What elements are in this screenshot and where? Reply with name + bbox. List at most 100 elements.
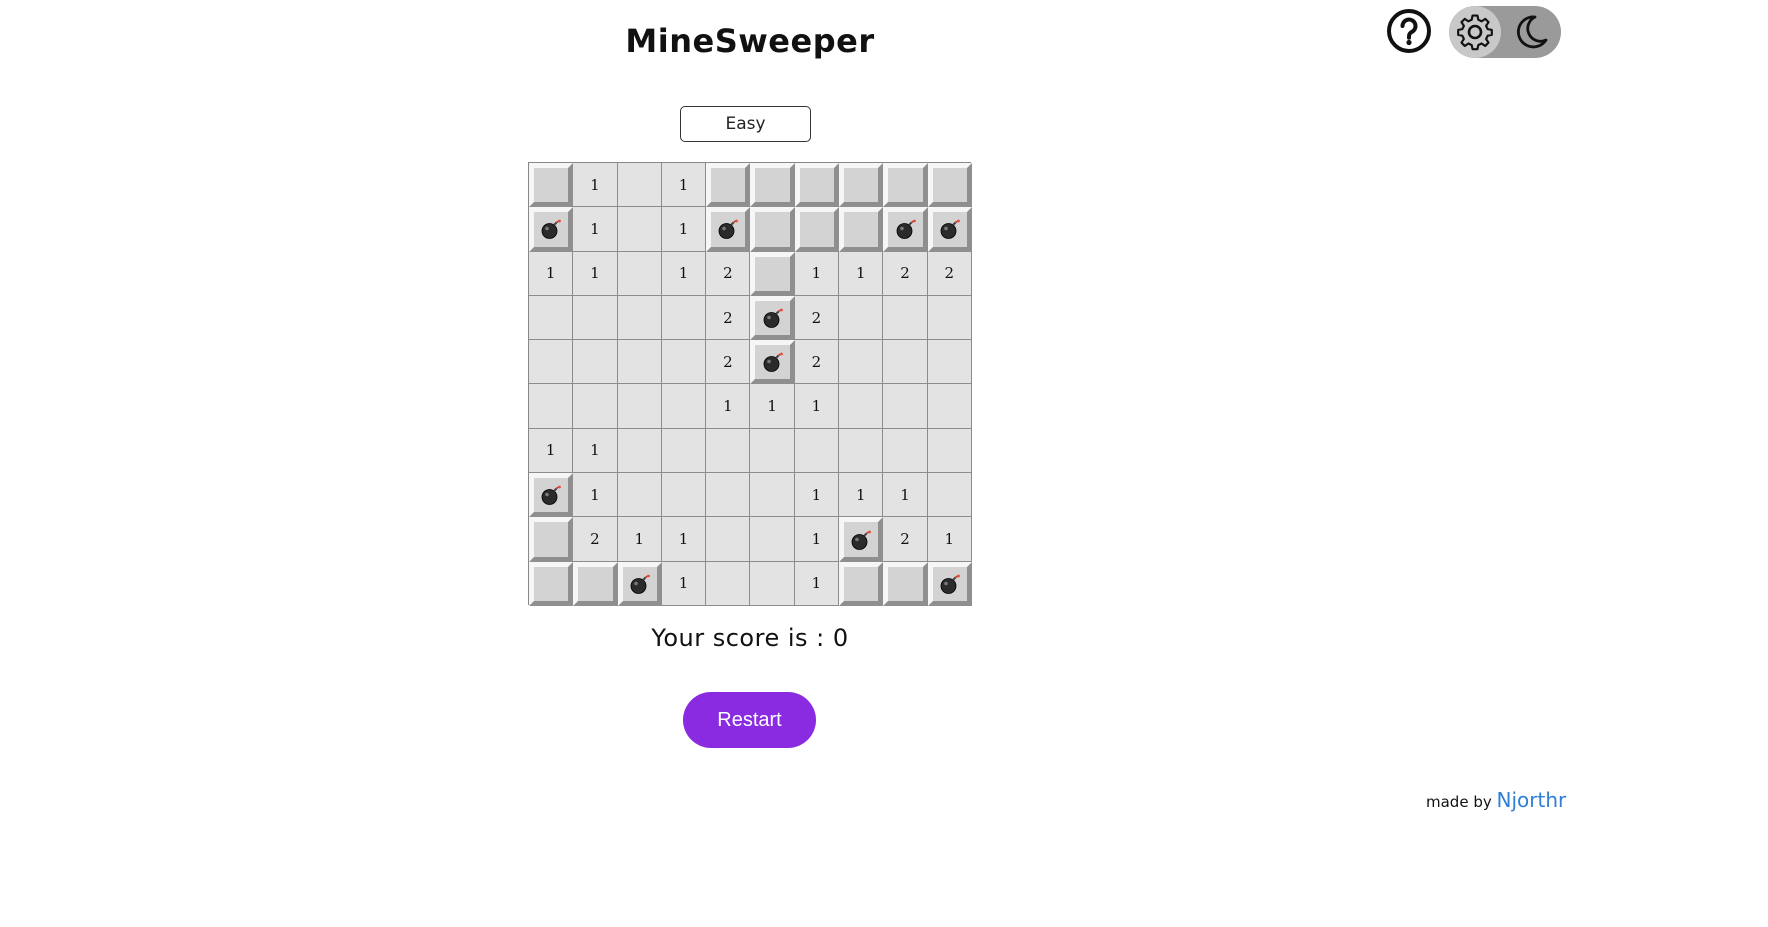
board-cell-revealed[interactable] [529, 295, 574, 341]
board-cell-revealed[interactable]: 1 [529, 428, 574, 474]
board-cell-revealed[interactable] [617, 428, 662, 474]
board-cell-revealed[interactable] [706, 473, 751, 518]
board-cell-revealed[interactable] [661, 384, 707, 429]
board-cell-hidden[interactable] [883, 163, 928, 208]
board-cell-revealed[interactable]: 2 [706, 340, 751, 385]
board-cell-revealed[interactable]: 2 [573, 517, 618, 562]
board-cell-revealed[interactable]: 1 [661, 561, 707, 606]
board-cell-revealed[interactable] [839, 384, 884, 429]
board-cell-revealed[interactable] [617, 295, 662, 341]
board-cell-revealed[interactable]: 2 [794, 340, 840, 385]
board-cell-revealed[interactable] [883, 340, 928, 385]
board-cell-hidden[interactable] [750, 207, 795, 252]
board-cell-revealed[interactable]: 1 [573, 473, 618, 518]
board-cell-revealed[interactable]: 1 [839, 473, 884, 518]
board-cell-revealed[interactable] [750, 517, 795, 562]
board-cell-revealed[interactable] [661, 340, 707, 385]
board-cell-revealed[interactable]: 1 [883, 473, 928, 518]
board-cell-revealed[interactable] [573, 295, 618, 341]
board-cell-revealed[interactable] [529, 384, 574, 429]
board-cell-revealed[interactable]: 1 [661, 163, 707, 208]
board-cell-revealed[interactable] [617, 163, 662, 208]
board-cell-revealed[interactable]: 1 [794, 561, 840, 606]
board-cell-revealed[interactable]: 1 [750, 384, 795, 429]
board-cell-revealed[interactable]: 1 [573, 251, 618, 296]
board-cell-bomb[interactable] [927, 561, 972, 606]
board-cell-revealed[interactable] [529, 340, 574, 385]
board-cell-bomb[interactable] [529, 207, 574, 252]
board-cell-bomb[interactable] [883, 207, 928, 252]
board-cell-revealed[interactable] [927, 384, 972, 429]
board-cell-revealed[interactable] [883, 428, 928, 474]
board-cell-revealed[interactable]: 2 [883, 251, 928, 296]
board-cell-revealed[interactable] [617, 207, 662, 252]
board-cell-revealed[interactable] [750, 561, 795, 606]
board-cell-bomb[interactable] [617, 561, 662, 606]
board-cell-revealed[interactable]: 1 [573, 428, 618, 474]
board-cell-revealed[interactable]: 1 [661, 251, 707, 296]
theme-toggle[interactable] [1449, 6, 1561, 58]
board-cell-revealed[interactable]: 2 [706, 251, 751, 296]
board-cell-bomb[interactable] [927, 207, 972, 252]
board-cell-revealed[interactable] [573, 384, 618, 429]
board-cell-revealed[interactable] [661, 473, 707, 518]
help-button[interactable] [1386, 8, 1432, 54]
board-cell-revealed[interactable] [839, 340, 884, 385]
board-cell-revealed[interactable]: 2 [927, 251, 972, 296]
board-cell-revealed[interactable] [617, 473, 662, 518]
board-cell-revealed[interactable]: 2 [794, 295, 840, 341]
board-cell-revealed[interactable]: 1 [706, 384, 751, 429]
board-cell-hidden[interactable] [750, 251, 795, 296]
board-cell-revealed[interactable]: 1 [661, 517, 707, 562]
board-cell-revealed[interactable] [927, 340, 972, 385]
board-cell-hidden[interactable] [839, 561, 884, 606]
board-cell-hidden[interactable] [794, 207, 840, 252]
board-cell-hidden[interactable] [529, 163, 574, 208]
board-cell-revealed[interactable]: 2 [706, 295, 751, 341]
board-cell-revealed[interactable]: 1 [794, 251, 840, 296]
board-cell-hidden[interactable] [883, 561, 928, 606]
board-cell-revealed[interactable] [927, 295, 972, 341]
board-cell-revealed[interactable] [883, 295, 928, 341]
board-cell-revealed[interactable] [839, 295, 884, 341]
board-cell-hidden[interactable] [573, 561, 618, 606]
board-cell-revealed[interactable]: 1 [661, 207, 707, 252]
board-cell-revealed[interactable]: 1 [617, 517, 662, 562]
board-cell-revealed[interactable] [883, 384, 928, 429]
board-cell-revealed[interactable]: 1 [529, 251, 574, 296]
difficulty-select[interactable]: Easy [680, 106, 811, 142]
author-link[interactable]: Njorthr [1497, 788, 1567, 812]
board-cell-hidden[interactable] [794, 163, 840, 208]
board-cell-hidden[interactable] [750, 163, 795, 208]
board-cell-revealed[interactable] [927, 428, 972, 474]
board-cell-revealed[interactable]: 1 [839, 251, 884, 296]
board-cell-revealed[interactable]: 1 [794, 384, 840, 429]
board-cell-revealed[interactable] [750, 473, 795, 518]
board-cell-revealed[interactable] [661, 428, 707, 474]
board-cell-revealed[interactable] [706, 428, 751, 474]
board-cell-revealed[interactable]: 2 [883, 517, 928, 562]
board-cell-revealed[interactable] [617, 384, 662, 429]
board-cell-bomb[interactable] [750, 340, 795, 385]
board-cell-hidden[interactable] [706, 163, 751, 208]
board-cell-bomb[interactable] [529, 473, 574, 518]
board-cell-hidden[interactable] [927, 163, 972, 208]
board-cell-revealed[interactable]: 1 [794, 517, 840, 562]
board-cell-bomb[interactable] [839, 517, 884, 562]
board-cell-hidden[interactable] [839, 163, 884, 208]
board-cell-revealed[interactable] [794, 428, 840, 474]
board-cell-revealed[interactable] [661, 295, 707, 341]
board-cell-bomb[interactable] [750, 295, 795, 341]
board-cell-revealed[interactable]: 1 [573, 207, 618, 252]
board-cell-hidden[interactable] [839, 207, 884, 252]
board-cell-revealed[interactable] [617, 340, 662, 385]
board-cell-bomb[interactable] [706, 207, 751, 252]
board-cell-revealed[interactable] [750, 428, 795, 474]
board-cell-revealed[interactable]: 1 [927, 517, 972, 562]
board-cell-revealed[interactable]: 1 [794, 473, 840, 518]
board-cell-hidden[interactable] [529, 561, 574, 606]
restart-button[interactable]: Restart [683, 692, 816, 748]
board-cell-revealed[interactable]: 1 [573, 163, 618, 208]
board-cell-revealed[interactable] [573, 340, 618, 385]
board-cell-revealed[interactable] [927, 473, 972, 518]
